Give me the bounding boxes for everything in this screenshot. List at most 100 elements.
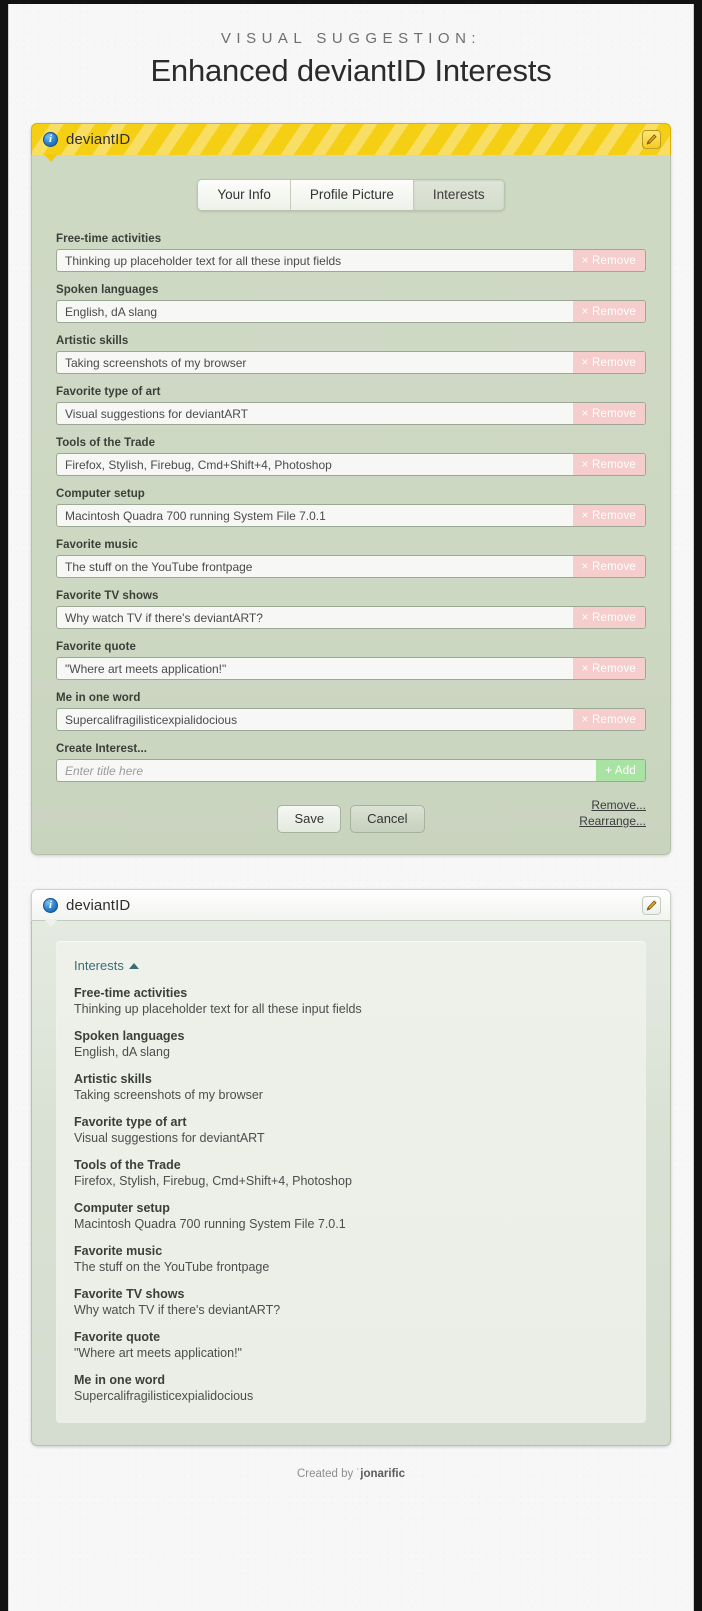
page-credit: Created by ˙jonarific <box>9 1446 693 1494</box>
field-group-me-in-one-word: Me in one word × Remove <box>56 692 646 731</box>
tab-your-info[interactable]: Your Info <box>198 180 291 210</box>
create-interest-row: + Add <box>56 759 646 782</box>
interest-input-me-in-one-word[interactable] <box>57 709 573 730</box>
field-group-favorite-quote: Favorite quote × Remove <box>56 641 646 680</box>
page-canvas: VISUAL SUGGESTION: Enhanced deviantID In… <box>8 4 694 1611</box>
remove-button[interactable]: × Remove <box>572 352 645 373</box>
item-value: Firefox, Stylish, Firebug, Cmd+Shift+4, … <box>74 1174 352 1188</box>
field-label: Artistic skills <box>56 335 129 347</box>
field-row: × Remove <box>56 402 646 425</box>
remove-button[interactable]: × Remove <box>572 709 645 730</box>
item-title: Favorite TV shows <box>74 1287 185 1301</box>
item-value: Taking screenshots of my browser <box>74 1088 263 1102</box>
list-item: Favorite music The stuff on the YouTube … <box>74 1244 628 1274</box>
remove-button[interactable]: × Remove <box>572 403 645 424</box>
field-group-computer-setup: Computer setup × Remove <box>56 488 646 527</box>
side-links: Remove... Rearrange... <box>579 798 646 830</box>
item-title: Artistic skills <box>74 1072 152 1086</box>
item-value: English, dA slang <box>74 1045 170 1059</box>
tab-bar: Your Info Profile Picture Interests <box>56 179 646 211</box>
tab-profile-picture[interactable]: Profile Picture <box>290 180 414 210</box>
item-title: Computer setup <box>74 1201 170 1215</box>
item-value: Thinking up placeholder text for all the… <box>74 1002 362 1016</box>
list-item: Favorite type of art Visual suggestions … <box>74 1115 628 1145</box>
field-label: Spoken languages <box>56 284 159 296</box>
remove-link[interactable]: Remove... <box>579 798 646 812</box>
item-value: Why watch TV if there's deviantART? <box>74 1303 281 1317</box>
header-notch <box>44 154 58 162</box>
list-item: Computer setup Macintosh Quadra 700 runn… <box>74 1201 628 1231</box>
deviantid-edit-panel: i deviantID Your Info Profile Picture In… <box>31 123 671 855</box>
add-button[interactable]: + Add <box>596 760 645 781</box>
create-interest-input[interactable] <box>57 760 597 781</box>
remove-button[interactable]: × Remove <box>572 607 645 628</box>
field-group-tools-of-the-trade: Tools of the Trade × Remove <box>56 437 646 476</box>
interest-input-spoken-languages[interactable] <box>57 301 573 322</box>
item-title: Me in one word <box>74 1373 165 1387</box>
credit-prefix: Created by ˙ <box>296 1468 361 1480</box>
interest-input-favorite-music[interactable] <box>57 556 573 577</box>
interest-fields-list: Free-time activities × Remove Spoken lan… <box>56 233 646 731</box>
list-item: Favorite quote "Where art meets applicat… <box>74 1330 628 1360</box>
interest-input-favorite-type-of-art[interactable] <box>57 403 573 424</box>
list-item: Tools of the Trade Firefox, Stylish, Fir… <box>74 1158 628 1188</box>
field-group-favorite-music: Favorite music × Remove <box>56 539 646 578</box>
interests-display-box: Interests Free-time activities Thinking … <box>56 941 646 1423</box>
field-row: × Remove <box>56 351 646 374</box>
caret-up-icon <box>128 962 139 969</box>
item-value: "Where art meets application!" <box>74 1346 242 1360</box>
remove-button[interactable]: × Remove <box>572 658 645 679</box>
field-row: × Remove <box>56 504 646 527</box>
remove-button[interactable]: × Remove <box>572 301 645 322</box>
field-row: × Remove <box>56 657 646 680</box>
interest-input-computer-setup[interactable] <box>57 505 573 526</box>
page-header: VISUAL SUGGESTION: Enhanced deviantID In… <box>9 4 693 89</box>
field-row: × Remove <box>56 453 646 476</box>
cancel-button[interactable]: Cancel <box>350 805 425 833</box>
view-panel-title: deviantID <box>66 896 131 914</box>
info-icon: i <box>43 132 58 147</box>
view-panel-header: i deviantID <box>31 889 671 927</box>
field-label: Favorite quote <box>56 641 136 653</box>
edit-panel-header: i deviantID <box>31 123 671 162</box>
list-item: Spoken languages English, dA slang <box>74 1029 628 1059</box>
remove-button[interactable]: × Remove <box>572 505 645 526</box>
field-row: × Remove <box>56 555 646 578</box>
item-title: Favorite quote <box>74 1330 161 1344</box>
interest-input-favorite-tv-shows[interactable] <box>57 607 573 628</box>
edit-panel-body: Your Info Profile Picture Interests Free… <box>31 155 671 855</box>
tab-interests[interactable]: Interests <box>413 180 504 210</box>
rearrange-link[interactable]: Rearrange... <box>579 814 646 828</box>
interest-input-free-time-activities[interactable] <box>57 250 573 271</box>
page-title: Enhanced deviantID Interests <box>150 53 552 88</box>
remove-button[interactable]: × Remove <box>572 454 645 475</box>
pencil-icon[interactable] <box>642 130 661 149</box>
field-group-favorite-type-of-art: Favorite type of art × Remove <box>56 386 646 425</box>
header-notch <box>44 919 58 927</box>
interests-section-label: Interests <box>74 958 124 973</box>
item-title: Favorite music <box>74 1244 163 1258</box>
deviantid-view-panel: i deviantID Interests Free-time activiti… <box>31 889 671 1446</box>
info-icon: i <box>43 897 58 913</box>
page-kicker: VISUAL SUGGESTION: <box>220 30 482 47</box>
interest-input-favorite-quote[interactable] <box>57 658 573 679</box>
field-row: × Remove <box>56 606 646 629</box>
field-label: Tools of the Trade <box>56 437 156 449</box>
list-item: Free-time activities Thinking up placeho… <box>74 986 628 1016</box>
interest-input-tools-of-the-trade[interactable] <box>57 454 573 475</box>
item-title: Tools of the Trade <box>74 1158 181 1172</box>
create-interest-group: Create Interest... + Add <box>56 743 646 782</box>
interest-input-artistic-skills[interactable] <box>57 352 573 373</box>
remove-button[interactable]: × Remove <box>572 556 645 577</box>
form-actions: Save Cancel Remove... Rearrange... <box>56 798 646 836</box>
action-button-group: Save Cancel <box>277 798 425 833</box>
field-label: Favorite type of art <box>56 386 161 398</box>
interests-section-toggle[interactable]: Interests <box>74 958 139 973</box>
item-title: Spoken languages <box>74 1029 185 1043</box>
remove-button[interactable]: × Remove <box>572 250 645 271</box>
item-value: Visual suggestions for deviantART <box>74 1131 265 1145</box>
pencil-icon[interactable] <box>642 895 661 915</box>
save-button[interactable]: Save <box>277 805 342 833</box>
edit-panel-title: deviantID <box>66 131 131 148</box>
field-row: × Remove <box>56 300 646 323</box>
